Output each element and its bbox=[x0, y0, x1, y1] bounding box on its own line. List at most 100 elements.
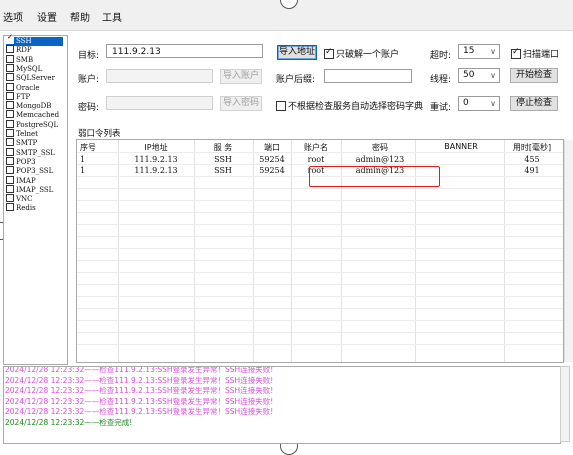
table-row-divider bbox=[77, 236, 563, 237]
log-line: 2024/12/28 12:23:32——检查111.9.2.13:SSH登录发… bbox=[5, 386, 274, 395]
target-label: 目标: bbox=[78, 51, 100, 61]
log-line: 2024/12/28 12:23:32——检查完成! bbox=[5, 417, 133, 427]
menu-help[interactable]: 帮助 bbox=[70, 9, 90, 24]
table-cell: 59254 bbox=[259, 155, 285, 164]
log-panel[interactable]: 2024/12/28 12:23:32——检查111.9.2.13:SSH登录发… bbox=[3, 366, 561, 444]
start-check-button[interactable]: 开始检查 bbox=[510, 68, 558, 83]
retry-label: 重试: bbox=[430, 103, 452, 113]
table-cell: 1 bbox=[80, 155, 86, 164]
auto-dict-checkbox[interactable]: 不根据检查服务自动选择密码字典 bbox=[276, 99, 423, 112]
table-cell: admin@123 bbox=[355, 155, 405, 164]
table-row-divider bbox=[77, 188, 563, 189]
account-suffix-input[interactable] bbox=[324, 69, 412, 83]
protocol-checkbox[interactable] bbox=[6, 184, 14, 193]
chevron-down-icon: ∨ bbox=[490, 99, 496, 108]
table-column-divider bbox=[194, 140, 195, 362]
target-input[interactable]: 111.9.2.13 bbox=[106, 44, 263, 58]
table-header-cell[interactable]: BANNER bbox=[444, 142, 478, 151]
protocol-checkbox[interactable] bbox=[6, 203, 14, 212]
table-header-cell[interactable]: IP地址 bbox=[144, 142, 167, 153]
table-column-divider bbox=[118, 140, 119, 362]
log-line: 2024/12/28 12:23:32——检查111.9.2.13:SSH登录发… bbox=[5, 407, 274, 416]
protocol-checkbox[interactable] bbox=[6, 73, 14, 82]
menu-options[interactable]: 选项 bbox=[3, 9, 23, 24]
table-row-divider bbox=[77, 308, 563, 309]
account-suffix-label: 账户后缀: bbox=[276, 75, 316, 85]
protocol-checkbox[interactable] bbox=[6, 101, 14, 110]
protocol-checkbox[interactable] bbox=[6, 91, 14, 100]
protocol-checkbox[interactable] bbox=[6, 166, 14, 175]
auto-dict-check-icon bbox=[276, 100, 286, 111]
protocol-checkbox[interactable] bbox=[6, 138, 14, 147]
table-cell: root bbox=[307, 155, 325, 164]
table-row-divider bbox=[77, 224, 563, 225]
table-header-cell[interactable]: 端口 bbox=[264, 142, 280, 153]
import-account-button[interactable]: 导入账户 bbox=[220, 69, 262, 84]
password-input[interactable] bbox=[106, 96, 213, 110]
table-header-cell[interactable]: 密码 bbox=[372, 142, 388, 153]
table-header-cell[interactable]: 账户名 bbox=[304, 142, 328, 153]
protocol-checkbox[interactable] bbox=[6, 147, 14, 156]
protocol-label: RDP bbox=[16, 46, 32, 55]
menu-tools[interactable]: 工具 bbox=[102, 9, 122, 24]
stop-check-button[interactable]: 停止检查 bbox=[510, 96, 558, 111]
protocol-checkbox[interactable] bbox=[6, 129, 14, 137]
protocol-label: Redis bbox=[16, 204, 36, 213]
protocol-checkbox[interactable] bbox=[6, 63, 14, 72]
table-row-divider bbox=[77, 320, 563, 321]
protocol-checkbox[interactable] bbox=[6, 110, 14, 119]
crack-one-check-icon bbox=[324, 47, 334, 59]
highlight-box bbox=[309, 166, 440, 187]
crack-one-checkbox[interactable]: 只破解一个账户 bbox=[324, 47, 399, 60]
table-cell: SSH bbox=[214, 155, 232, 164]
table-cell: SSH bbox=[214, 166, 232, 175]
protocol-checkbox[interactable] bbox=[6, 54, 14, 63]
protocol-checkbox[interactable] bbox=[6, 156, 14, 165]
threads-value: 50 bbox=[463, 70, 475, 80]
protocol-checkbox[interactable] bbox=[6, 45, 14, 54]
table-header-cell[interactable]: 用时[毫秒] bbox=[513, 142, 551, 153]
protocol-item[interactable]: Redis bbox=[6, 203, 36, 213]
table-row-divider bbox=[77, 212, 563, 213]
protocol-checkbox[interactable] bbox=[6, 82, 14, 91]
protocol-label: IMAP bbox=[16, 176, 36, 185]
table-row-divider bbox=[77, 260, 563, 261]
retry-select[interactable]: 0 ∨ bbox=[458, 96, 500, 111]
protocol-label: POP3 bbox=[16, 157, 36, 166]
protocol-checkbox[interactable] bbox=[6, 194, 14, 203]
account-input[interactable] bbox=[106, 69, 213, 83]
protocol-checkbox[interactable] bbox=[6, 33, 14, 44]
protocol-label: Telnet bbox=[16, 130, 38, 138]
table-row-divider bbox=[77, 296, 563, 297]
chevron-down-icon: ∨ bbox=[490, 71, 496, 80]
import-password-button[interactable]: 导入密码 bbox=[220, 96, 262, 111]
protocol-label: PostgreSQL bbox=[16, 120, 59, 129]
auto-dict-label: 不根据检查服务自动选择密码字典 bbox=[288, 102, 424, 112]
log-scrollbar[interactable] bbox=[560, 366, 570, 442]
protocol-label: VNC bbox=[16, 195, 33, 204]
protocol-checkbox[interactable] bbox=[6, 175, 14, 184]
table-header-cell[interactable]: 服 务 bbox=[214, 142, 233, 153]
protocol-label: SSH bbox=[16, 37, 32, 45]
table-column-divider bbox=[291, 140, 292, 362]
table-row-divider bbox=[77, 272, 563, 273]
table-header-cell[interactable]: 序号 bbox=[80, 142, 96, 153]
protocol-label: FTP bbox=[16, 92, 31, 101]
import-address-button[interactable]: 导入地址 bbox=[277, 45, 317, 60]
table-row-divider bbox=[77, 164, 563, 165]
menu-settings[interactable]: 设置 bbox=[37, 9, 57, 24]
table-row-divider bbox=[77, 200, 563, 201]
table-scrollbar[interactable] bbox=[564, 140, 573, 362]
timeout-label: 超时: bbox=[430, 51, 452, 61]
threads-label: 线程: bbox=[430, 75, 452, 85]
protocol-checkbox[interactable] bbox=[6, 119, 14, 128]
table-column-divider bbox=[253, 140, 254, 362]
table-cell: 59254 bbox=[259, 166, 285, 175]
protocol-item[interactable]: SSH bbox=[6, 33, 63, 46]
account-label: 账户: bbox=[78, 75, 100, 85]
timeout-select[interactable]: 15 ∨ bbox=[458, 44, 500, 59]
table-row-divider bbox=[77, 248, 563, 249]
threads-select[interactable]: 50 ∨ bbox=[458, 68, 500, 83]
table-row-divider bbox=[77, 284, 563, 285]
scan-port-checkbox[interactable]: 扫描端口 bbox=[511, 47, 559, 60]
